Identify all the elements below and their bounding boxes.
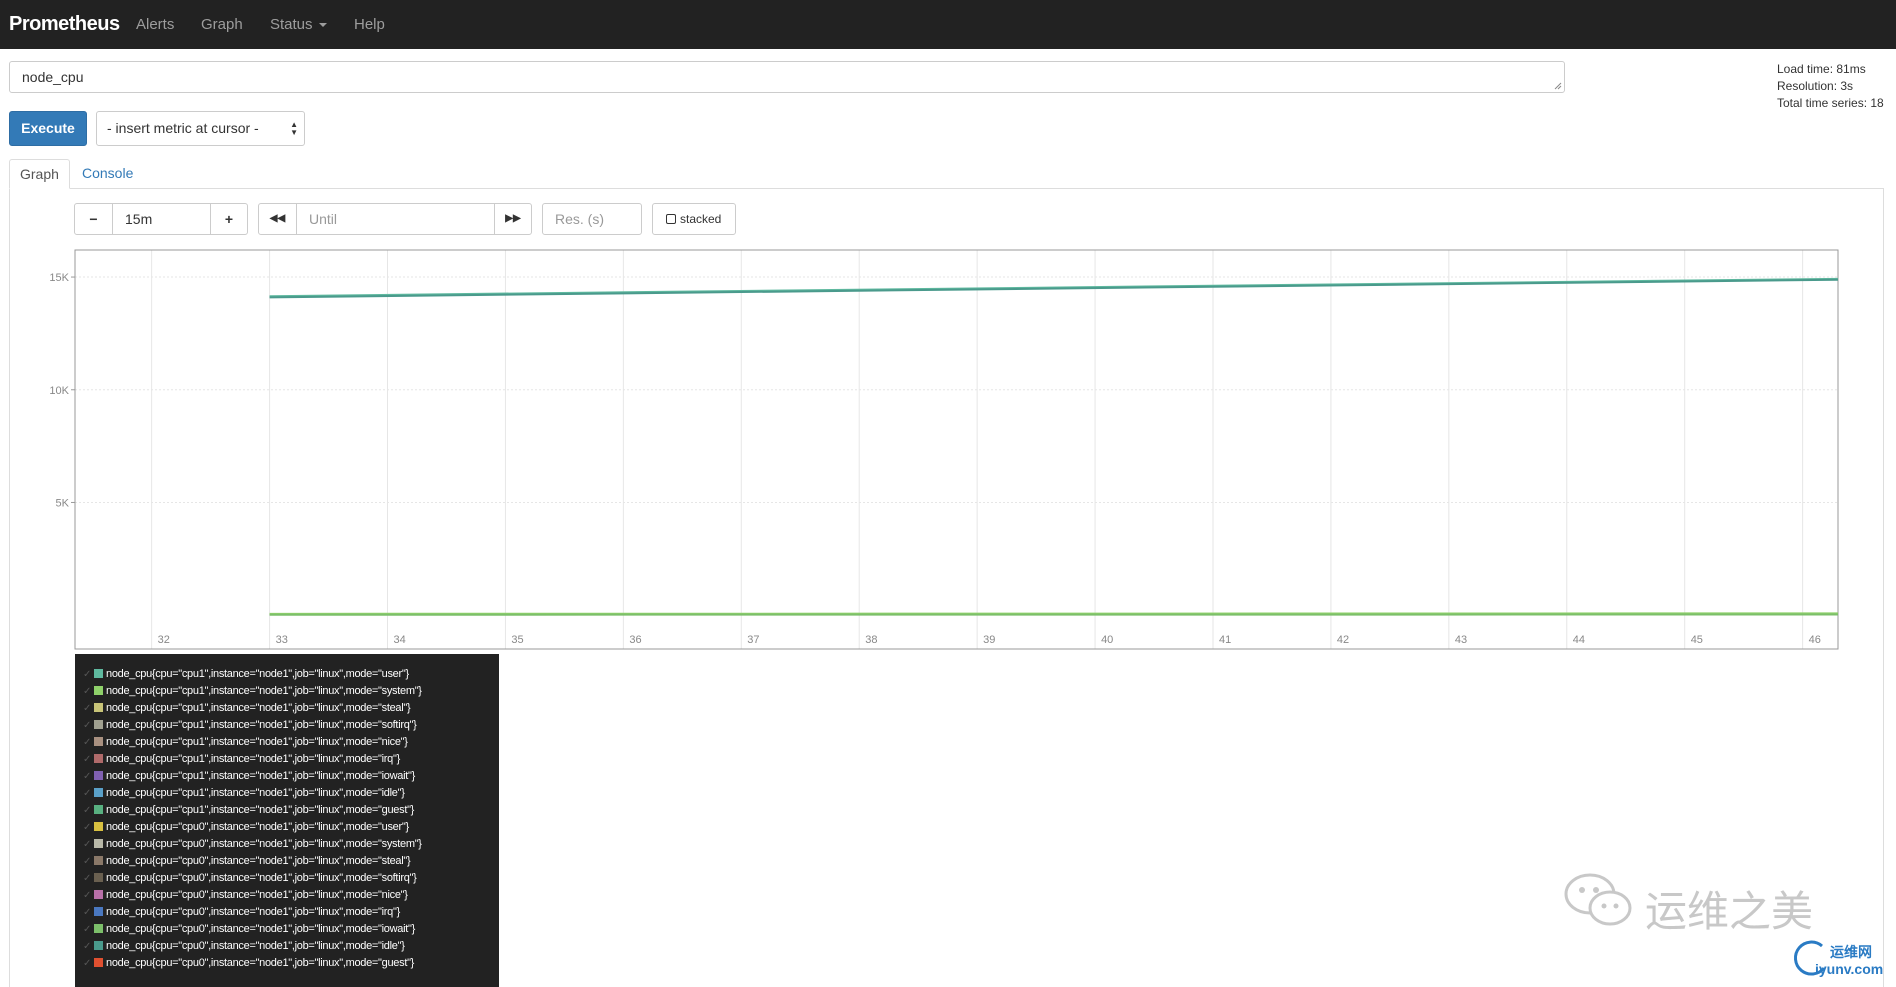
x-tick-label: 46	[1809, 634, 1821, 646]
legend-swatch	[94, 669, 103, 678]
legend-label: node_cpu{cpu="cpu0",instance="node1",job…	[106, 838, 422, 850]
legend-swatch	[94, 873, 103, 882]
check-icon: ✓	[83, 737, 92, 748]
legend-label: node_cpu{cpu="cpu1",instance="node1",job…	[106, 668, 409, 680]
check-icon: ✓	[83, 958, 92, 969]
legend-label: node_cpu{cpu="cpu0",instance="node1",job…	[106, 855, 411, 867]
legend-label: node_cpu{cpu="cpu1",instance="node1",job…	[106, 702, 411, 714]
x-tick-label: 35	[511, 634, 523, 646]
check-icon: ✓	[83, 805, 92, 816]
legend-swatch	[94, 686, 103, 695]
legend-item[interactable]: ✓ node_cpu{cpu="cpu1",instance="node1",jo…	[83, 700, 411, 717]
legend-item[interactable]: ✓ node_cpu{cpu="cpu0",instance="node1",jo…	[83, 955, 414, 972]
x-tick-label: 39	[983, 634, 995, 646]
legend-label: node_cpu{cpu="cpu1",instance="node1",job…	[106, 736, 408, 748]
check-icon: ✓	[83, 703, 92, 714]
check-icon: ✓	[83, 788, 92, 799]
legend-label: node_cpu{cpu="cpu0",instance="node1",job…	[106, 957, 415, 969]
y-tick-label: 10K	[49, 385, 69, 397]
legend-swatch	[94, 737, 103, 746]
legend-item[interactable]: ✓ node_cpu{cpu="cpu1",instance="node1",jo…	[83, 768, 415, 785]
legend-swatch	[94, 771, 103, 780]
watermark-text: 运维之美	[1645, 887, 1814, 936]
legend-swatch	[94, 822, 103, 831]
legend-item[interactable]: ✓ node_cpu{cpu="cpu0",instance="node1",jo…	[83, 870, 417, 887]
check-icon: ✓	[83, 890, 92, 901]
x-tick-label: 33	[276, 634, 288, 646]
legend-swatch	[94, 788, 103, 797]
legend-label: node_cpu{cpu="cpu1",instance="node1",job…	[106, 719, 417, 731]
legend-swatch	[94, 924, 103, 933]
legend-item[interactable]: ✓ node_cpu{cpu="cpu1",instance="node1",jo…	[83, 802, 414, 819]
legend-label: node_cpu{cpu="cpu1",instance="node1",job…	[106, 770, 415, 782]
legend-swatch	[94, 907, 103, 916]
legend-label: node_cpu{cpu="cpu1",instance="node1",job…	[106, 753, 400, 765]
legend-item[interactable]: ✓ node_cpu{cpu="cpu0",instance="node1",jo…	[83, 921, 415, 938]
legend: ✓ node_cpu{cpu="cpu1",instance="node1",jo…	[75, 654, 499, 987]
x-tick-label: 42	[1337, 634, 1349, 646]
legend-label: node_cpu{cpu="cpu0",instance="node1",job…	[106, 889, 408, 901]
legend-item[interactable]: ✓ node_cpu{cpu="cpu1",instance="node1",jo…	[83, 751, 400, 768]
x-tick-label: 38	[865, 634, 877, 646]
legend-label: node_cpu{cpu="cpu0",instance="node1",job…	[106, 821, 409, 833]
x-tick-label: 44	[1573, 634, 1585, 646]
check-icon: ✓	[83, 669, 92, 680]
legend-label: node_cpu{cpu="cpu1",instance="node1",job…	[106, 685, 422, 697]
x-tick-label: 36	[629, 634, 641, 646]
check-icon: ✓	[83, 822, 92, 833]
site-name: 运维网	[1830, 944, 1872, 960]
y-tick-label: 15K	[49, 272, 69, 284]
check-icon: ✓	[83, 720, 92, 731]
legend-label: node_cpu{cpu="cpu1",instance="node1",job…	[106, 787, 405, 799]
legend-item[interactable]: ✓ node_cpu{cpu="cpu1",instance="node1",jo…	[83, 683, 422, 700]
check-icon: ✓	[83, 873, 92, 884]
x-tick-label: 41	[1219, 634, 1231, 646]
legend-swatch	[94, 703, 103, 712]
legend-item[interactable]: ✓ node_cpu{cpu="cpu0",instance="node1",jo…	[83, 853, 411, 870]
legend-swatch	[94, 754, 103, 763]
site-url: iyunv.com	[1815, 961, 1884, 977]
legend-item[interactable]: ✓ node_cpu{cpu="cpu1",instance="node1",jo…	[83, 666, 409, 683]
y-tick-label: 5K	[56, 497, 70, 509]
check-icon: ✓	[83, 686, 92, 697]
legend-item[interactable]: ✓ node_cpu{cpu="cpu1",instance="node1",jo…	[83, 734, 408, 751]
legend-item[interactable]: ✓ node_cpu{cpu="cpu0",instance="node1",jo…	[83, 887, 408, 904]
x-tick-label: 40	[1101, 634, 1113, 646]
legend-swatch	[94, 941, 103, 950]
legend-item[interactable]: ✓ node_cpu{cpu="cpu0",instance="node1",jo…	[83, 938, 405, 955]
x-tick-label: 34	[394, 634, 406, 646]
legend-label: node_cpu{cpu="cpu0",instance="node1",job…	[106, 872, 417, 884]
check-icon: ✓	[83, 771, 92, 782]
legend-label: node_cpu{cpu="cpu0",instance="node1",job…	[106, 906, 400, 918]
legend-item[interactable]: ✓ node_cpu{cpu="cpu1",instance="node1",jo…	[83, 785, 405, 802]
legend-swatch	[94, 890, 103, 899]
check-icon: ✓	[83, 907, 92, 918]
chart-frame	[74, 249, 1839, 650]
legend-label: node_cpu{cpu="cpu0",instance="node1",job…	[106, 923, 415, 935]
series-line	[269, 278, 1839, 299]
legend-swatch	[94, 839, 103, 848]
x-tick-label: 43	[1455, 634, 1467, 646]
check-icon: ✓	[83, 924, 92, 935]
wechat-logo-icon	[1564, 873, 1632, 926]
legend-swatch	[94, 856, 103, 865]
check-icon: ✓	[83, 839, 92, 850]
legend-swatch	[94, 720, 103, 729]
x-tick-label: 32	[158, 634, 170, 646]
legend-swatch	[94, 958, 103, 967]
legend-item[interactable]: ✓ node_cpu{cpu="cpu1",instance="node1",jo…	[83, 717, 417, 734]
legend-item[interactable]: ✓ node_cpu{cpu="cpu0",instance="node1",jo…	[83, 904, 400, 921]
check-icon: ✓	[83, 941, 92, 952]
x-tick-label: 37	[747, 634, 759, 646]
check-icon: ✓	[83, 856, 92, 867]
legend-item[interactable]: ✓ node_cpu{cpu="cpu0",instance="node1",jo…	[83, 836, 422, 853]
check-icon: ✓	[83, 754, 92, 765]
legend-item[interactable]: ✓ node_cpu{cpu="cpu0",instance="node1",jo…	[83, 819, 409, 836]
legend-label: node_cpu{cpu="cpu0",instance="node1",job…	[106, 940, 405, 952]
legend-swatch	[94, 805, 103, 814]
legend-label: node_cpu{cpu="cpu1",instance="node1",job…	[106, 804, 415, 816]
x-tick-label: 45	[1691, 634, 1703, 646]
